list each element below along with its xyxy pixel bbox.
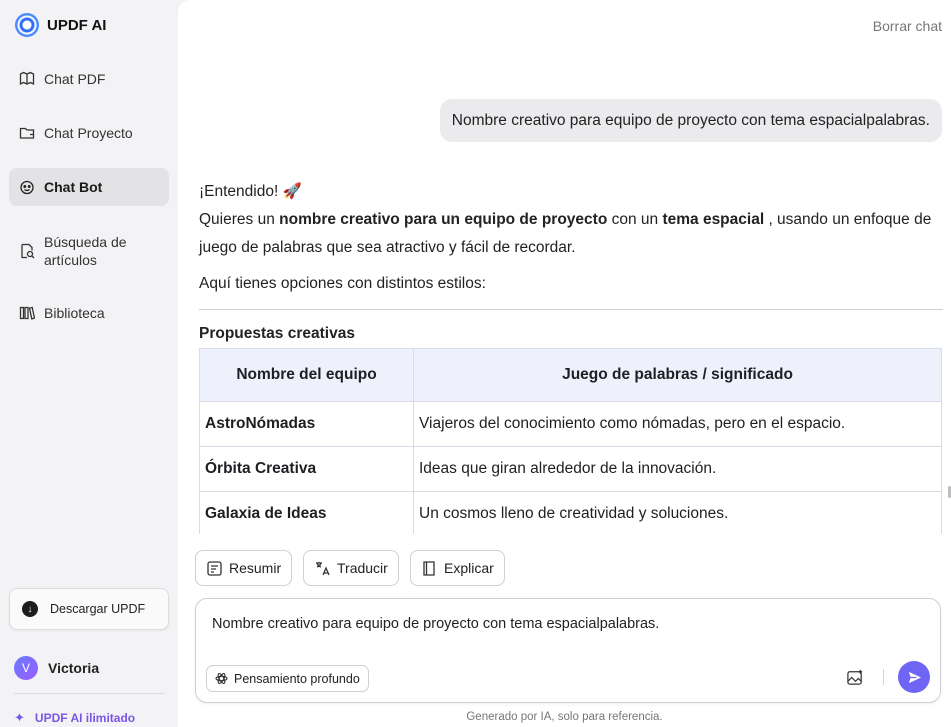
avatar: V	[14, 656, 38, 680]
sidebar-item-label: Chat Bot	[44, 179, 103, 195]
user-message: Nombre creativo para equipo de proyecto …	[439, 99, 942, 142]
separator	[883, 669, 884, 685]
sidebar-item-chat-pdf[interactable]: Chat PDF	[9, 63, 169, 95]
download-icon: ↓	[22, 601, 38, 617]
table-cell: Galaxia de Ideas	[199, 491, 414, 534]
translate-button[interactable]: Traducir	[303, 550, 399, 586]
user-profile[interactable]: V Victoria	[14, 656, 99, 680]
book-open-icon	[19, 71, 35, 87]
chat-input-box[interactable]: Nombre creativo para equipo de proyecto …	[195, 598, 941, 703]
brand-name: UPDF AI	[47, 16, 107, 34]
sidebar-item-chat-proyecto[interactable]: Chat Proyecto	[9, 117, 169, 149]
sidebar-item-busqueda[interactable]: Búsqueda de artículos	[9, 231, 169, 271]
send-button[interactable]	[898, 661, 930, 693]
summarize-label: Resumir	[229, 560, 282, 576]
sidebar-item-label: Biblioteca	[44, 305, 105, 321]
table-cell: Viajeros del conocimiento como nómadas, …	[413, 401, 942, 447]
chat-input-text[interactable]: Nombre creativo para equipo de proyecto …	[212, 616, 659, 632]
download-updf-button[interactable]: ↓ Descargar UPDF	[9, 588, 169, 630]
intro-bold: nombre creativo para un equipo de proyec…	[279, 211, 608, 228]
sidebar: UPDF AI Chat PDF Chat Proyecto Chat Bot …	[0, 0, 178, 727]
folder-icon	[19, 125, 35, 141]
table-cell: Órbita Creativa	[199, 446, 414, 492]
table-cell: AstroNómadas	[199, 401, 414, 447]
intro-bold: tema espacial	[662, 211, 765, 228]
explain-button[interactable]: Explicar	[410, 550, 505, 586]
updf-logo-icon	[15, 13, 39, 37]
brand[interactable]: UPDF AI	[15, 13, 106, 37]
table-header: Nombre del equipo	[199, 348, 414, 402]
send-icon	[908, 671, 921, 683]
answer-greeting: ¡Entendido! 🚀	[199, 183, 302, 200]
atom-icon	[215, 673, 228, 684]
summarize-icon	[207, 560, 222, 576]
intro-text: con un	[607, 211, 663, 228]
plan-link[interactable]: ✦ UPDF AI ilimitado	[14, 710, 135, 726]
sidebar-divider	[14, 693, 165, 694]
sidebar-item-label: Chat Proyecto	[44, 125, 133, 141]
proposals-table: Nombre del equipo Juego de palabras / si…	[199, 348, 942, 534]
explain-label: Explicar	[444, 560, 494, 576]
sidebar-item-chat-bot[interactable]: Chat Bot	[9, 168, 169, 206]
table-row: Galaxia de Ideas Un cosmos lleno de crea…	[199, 491, 942, 534]
table-header: Juego de palabras / significado	[413, 348, 942, 402]
library-icon	[19, 305, 35, 321]
image-upload-button[interactable]	[844, 666, 866, 688]
sidebar-item-label: Chat PDF	[44, 71, 106, 87]
user-name: Victoria	[48, 660, 100, 676]
search-doc-icon	[19, 243, 35, 259]
book-icon	[423, 560, 435, 576]
ai-disclaimer: Generado por IA, solo para referencia.	[466, 711, 663, 723]
section-title: Propuestas creativas	[199, 325, 355, 342]
table-row: Órbita Creativa Ideas que giran alrededo…	[199, 446, 942, 492]
table-row: AstroNómadas Viajeros del conocimiento c…	[199, 401, 942, 447]
sidebar-item-biblioteca[interactable]: Biblioteca	[9, 297, 169, 329]
answer-options-line: Aquí tienes opciones con distintos estil…	[199, 275, 486, 292]
sparkle-icon: ✦	[14, 710, 25, 725]
summarize-button[interactable]: Resumir	[195, 550, 293, 586]
deep-thinking-label: Pensamiento profundo	[234, 671, 360, 686]
assistant-answer: ¡Entendido! 🚀 Quieres un nombre creativo…	[199, 178, 943, 345]
intro-text: Quieres un	[199, 211, 280, 228]
divider	[199, 309, 943, 310]
clear-chat-button[interactable]: Borrar chat	[873, 18, 942, 34]
table-cell: Ideas que giran alrededor de la innovaci…	[413, 446, 942, 492]
table-cell: Un cosmos lleno de creatividad y solucio…	[413, 491, 942, 534]
bot-icon	[19, 179, 35, 195]
deep-thinking-button[interactable]: Pensamiento profundo	[206, 665, 369, 692]
translate-label: Traducir	[337, 560, 388, 576]
sidebar-item-label: Búsqueda de artículos	[44, 234, 127, 268]
image-icon	[846, 669, 862, 685]
download-label: Descargar UPDF	[50, 602, 146, 616]
chat-panel: Borrar chat Nombre creativo para equipo …	[178, 0, 951, 727]
answer-intro: Quieres un nombre creativo para un equip…	[199, 206, 943, 262]
translate-icon	[316, 561, 330, 575]
plan-label: UPDF AI ilimitado	[34, 711, 136, 725]
